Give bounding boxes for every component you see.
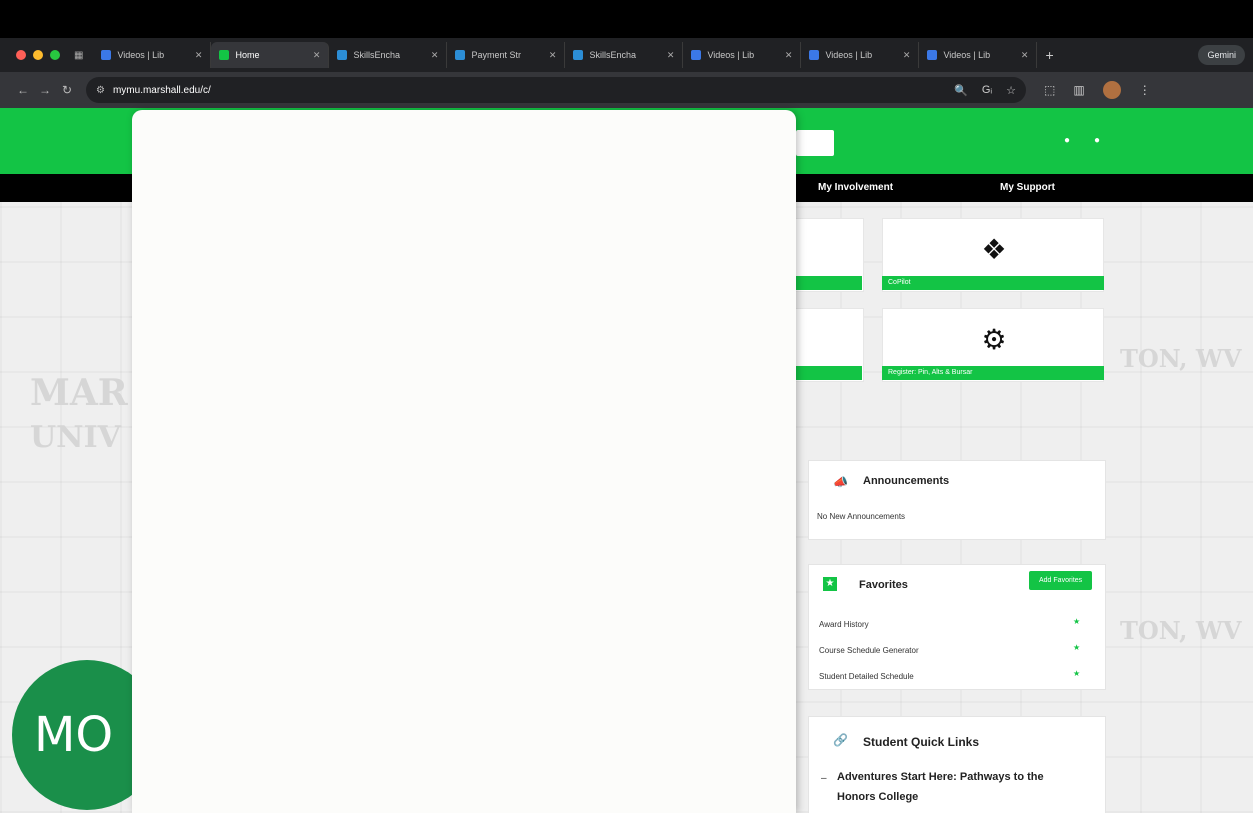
new-tab-button[interactable]: + [1045,47,1053,63]
forward-icon[interactable]: → [34,83,56,97]
tab-favicon-icon [219,50,230,60]
bullet-icon: – [821,773,827,784]
tab-close-icon[interactable]: ✕ [667,50,675,61]
background-text: MAR [30,372,128,414]
tab-title: SkillsEncha [589,50,636,60]
title-bar [0,0,1253,38]
favorites-title: Favorites [859,579,908,591]
url-text: mymu.marshall.edu/c/ [112,84,211,96]
window-controls [16,50,60,60]
favorites-card: ★ Favorites Add Favorites Award History … [808,564,1106,690]
tab-title: Videos | Lib [707,50,755,60]
tab-close-icon[interactable]: ✕ [1021,50,1029,61]
site-info-icon[interactable]: ⚙ [96,85,105,96]
tabs: Videos | Lib ✕ Home ✕ SkillsEncha ✕ Payment St… [93,42,1038,68]
blank-overlay-panel [132,110,796,813]
tab-close-icon[interactable]: ✕ [785,50,793,61]
tab-close-icon[interactable]: ✕ [549,50,557,61]
side-panel-icon[interactable]: ▥ [1073,83,1084,97]
extensions-icon[interactable]: ⬚ [1044,83,1055,97]
bookmark-star-icon[interactable]: ☆ [1006,84,1016,97]
add-favorites-button[interactable]: Add Favorites [1029,571,1093,590]
app-tile-register-label: Register: Pin, Alts & Bursar [882,366,1104,380]
announcements-body: No New Announcements [817,512,906,521]
browser-tab[interactable]: Videos | Lib ✕ [919,42,1038,68]
megaphone-icon: 📣 [833,475,848,489]
browser-tab[interactable]: Videos | Lib ✕ [683,42,802,68]
link-icon: 🔗 [833,733,848,747]
tab-strip: ▦ Videos | Lib ✕ Home ✕ SkillsEncha ✕ Payment … [0,38,1253,72]
close-window-button[interactable] [16,50,26,60]
background-text: TON, WV [1120,616,1242,645]
back-icon[interactable]: ← [12,83,34,97]
browser-window: ▦ Videos | Lib ✕ Home ✕ SkillsEncha ✕ Payment … [0,0,1253,813]
gemini-button[interactable]: Gemini [1198,45,1245,65]
browser-tab[interactable]: Home ✕ [211,42,330,68]
tab-title: Home [235,50,260,60]
quick-link-item[interactable]: Adventures Start Here: Pathways to the H… [837,767,1077,807]
favorite-item[interactable]: Award History [819,620,869,629]
address-bar[interactable]: ⚙ mymu.marshall.edu/c/ 🔍 Gᵢ ☆ [86,77,1026,103]
favorite-star-icon[interactable]: ★ [1073,669,1080,678]
gear-icon: ⚙ [981,324,1007,355]
menu-item-involvement[interactable]: My Involvement [818,182,893,193]
browser-tab[interactable]: SkillsEncha ✕ [329,42,448,68]
browser-tab[interactable]: Videos | Lib ✕ [93,42,212,68]
tab-close-icon[interactable]: ✕ [431,50,439,61]
tab-title: Videos | Lib [825,50,873,60]
quick-links-card: 🔗 Student Quick Links – Adventures Start… [808,716,1106,813]
browser-tab[interactable]: Videos | Lib ✕ [801,42,920,68]
reload-icon[interactable]: ↻ [56,83,78,97]
announcements-title: Announcements [863,475,950,487]
tab-favicon-icon [337,50,348,60]
bell-icon[interactable]: ● [1062,136,1072,146]
menu-icon[interactable]: ⋮ [1139,83,1151,97]
app-tile-copilot-label: CoPilot [882,276,1104,290]
tab-title: Payment Str [471,50,521,60]
copilot-icon: ❖ [981,234,1007,265]
quick-links-title: Student Quick Links [863,735,980,749]
tab-favicon-icon [691,50,702,60]
tab-favicon-icon [927,50,938,60]
favorite-item[interactable]: Student Detailed Schedule [819,672,914,681]
tab-favicon-icon [101,50,112,60]
tab-close-icon[interactable]: ✕ [313,50,321,61]
tab-close-icon[interactable]: ✕ [195,50,203,61]
favorite-star-icon[interactable]: ★ [1073,643,1080,652]
browser-tab[interactable]: SkillsEncha ✕ [565,42,684,68]
tab-title: Videos | Lib [117,50,165,60]
favorite-item[interactable]: Course Schedule Generator [819,646,919,655]
tab-title: SkillsEncha [353,50,400,60]
tab-search-icon[interactable]: ▦ [74,50,83,61]
browser-tab[interactable]: Payment Str ✕ [447,42,566,68]
tab-title: Videos | Lib [943,50,991,60]
user-icon[interactable]: ● [1092,136,1102,146]
zoom-icon[interactable]: 🔍 [954,84,968,97]
translate-icon[interactable]: Gᵢ [982,84,992,97]
maximize-window-button[interactable] [50,50,60,60]
background-text: UNIV [30,420,121,455]
star-box-icon: ★ [823,577,837,591]
tab-favicon-icon [809,50,820,60]
tab-close-icon[interactable]: ✕ [903,50,911,61]
menu-item-support[interactable]: My Support [1000,182,1055,193]
tab-favicon-icon [455,50,466,60]
site-search-input[interactable] [796,130,834,156]
announcements-card: 📣 Announcements No New Announcements [808,460,1106,540]
profile-avatar[interactable] [1102,81,1121,99]
background-text: TON, WV [1120,344,1242,373]
minimize-window-button[interactable] [33,50,43,60]
address-toolbar: ← → ↻ ⚙ mymu.marshall.edu/c/ 🔍 Gᵢ ☆ ⬚ ▥ … [0,72,1253,108]
favorite-star-icon[interactable]: ★ [1073,617,1080,626]
tab-favicon-icon [573,50,584,60]
